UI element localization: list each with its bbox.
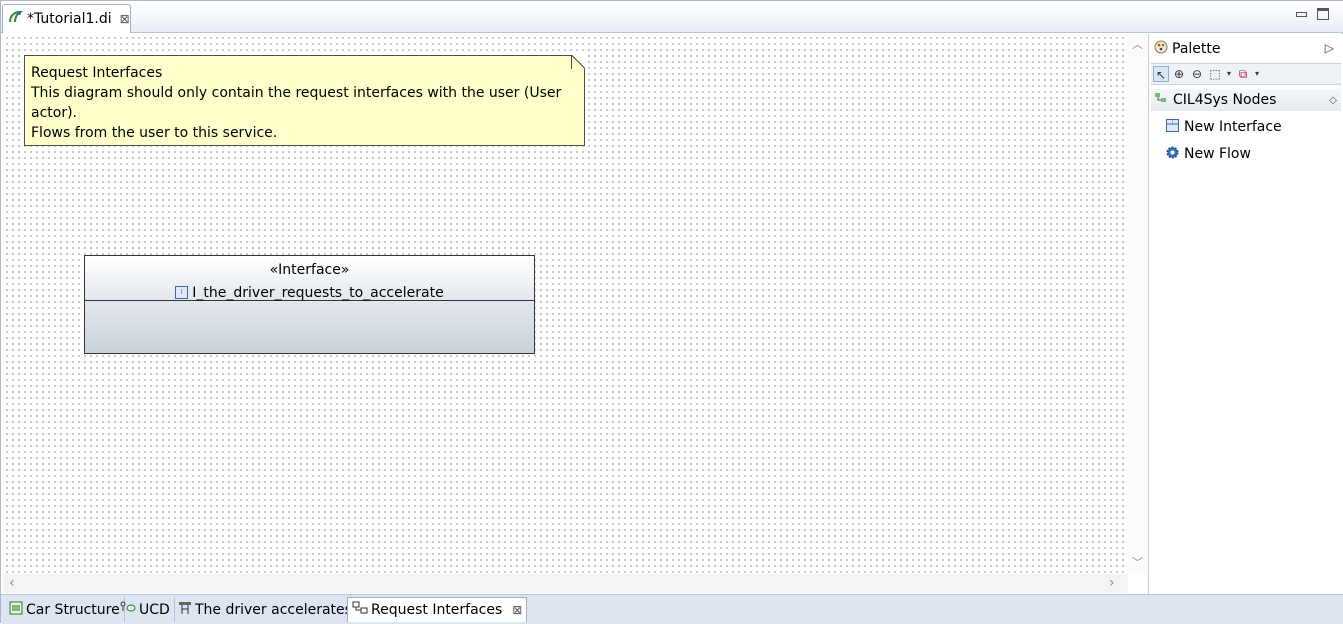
drawer-pin-icon[interactable]: ◇ [1329, 95, 1337, 106]
scroll-up-icon[interactable]: ︿ [1132, 36, 1143, 52]
scroll-left-icon[interactable]: ‹ [9, 575, 15, 591]
interface-name[interactable]: I_the_driver_requests_to_accelerate [192, 283, 443, 303]
marquee-dropdown-icon[interactable]: ▾ [1225, 66, 1233, 82]
note-line-2: Flows from the user to this service. [31, 125, 278, 141]
palette-title: Palette [1172, 41, 1221, 57]
note-line-1: This diagram should only contain the req… [31, 85, 562, 121]
tab-the-driver-accelerates[interactable]: The driver accelerates [174, 597, 357, 622]
tab-label: Request Interfaces [371, 602, 503, 618]
tab-label: The driver accelerates [195, 601, 352, 618]
palette-toolbar: ↖ ⊕ ⊖ ⬚ ▾ ⧉ ▾ [1151, 63, 1341, 85]
usecase-icon [120, 601, 136, 619]
marquee-select-icon[interactable]: ⬚ [1207, 66, 1223, 82]
gear-icon [1166, 146, 1179, 163]
tab-label: UCD [139, 601, 170, 618]
zoom-out-icon[interactable]: ⊖ [1189, 66, 1205, 82]
editor-window: *Tutorial1.di ⊠ Request Interfaces This … [0, 0, 1343, 624]
palette-icon [1154, 40, 1168, 58]
close-icon[interactable]: ⊠ [120, 12, 130, 26]
diagram-tab-bar: Car Structure UCD The driver accelerates… [1, 594, 1343, 624]
palette-collapse-icon[interactable]: ▷ [1325, 41, 1334, 55]
interface-name-row: I I_the_driver_requests_to_accelerate [175, 283, 444, 303]
nodes-icon [1155, 92, 1167, 108]
connection-dropdown-icon[interactable]: ▾ [1253, 66, 1261, 82]
editor-tab-title: *Tutorial1.di [27, 11, 112, 27]
palette-drawer-cil4sys[interactable]: CIL4Sys Nodes ◇ [1151, 89, 1341, 111]
activity-icon [178, 601, 192, 619]
palette-header[interactable]: Palette ▷ [1149, 38, 1343, 60]
minimize-button[interactable] [1295, 8, 1307, 20]
connection-tool-icon[interactable]: ⧉ [1235, 66, 1251, 82]
scroll-down-icon[interactable]: ﹀ [1132, 554, 1143, 570]
horizontal-scrollbar[interactable]: ‹ › [3, 574, 1128, 593]
interface-header: «Interface» I I_the_driver_requests_to_a… [85, 256, 534, 301]
interface-icon: I [175, 286, 189, 299]
tab-ucd[interactable]: UCD [116, 597, 175, 622]
svg-text:I: I [1172, 119, 1173, 124]
interface-stereotype: «Interface» [269, 262, 350, 278]
maximize-button[interactable] [1317, 8, 1329, 20]
scroll-right-icon[interactable]: › [1109, 575, 1115, 591]
palette-item-label: New Flow [1184, 146, 1251, 162]
editor-tab-bar: *Tutorial1.di ⊠ [1, 1, 1343, 33]
interface-icon: I [1166, 118, 1179, 136]
palette-item-new-flow[interactable]: New Flow [1166, 143, 1251, 165]
structure-icon [9, 601, 23, 619]
tab-label: Car Structure [26, 601, 120, 618]
note-title: Request Interfaces [31, 65, 163, 81]
editor-tab-tutorial[interactable]: *Tutorial1.di ⊠ [2, 4, 131, 33]
interface-node[interactable]: «Interface» I I_the_driver_requests_to_a… [84, 255, 535, 354]
vertical-scrollbar[interactable]: ︿ ﹀ [1128, 34, 1147, 574]
palette-item-new-interface[interactable]: I New Interface [1166, 116, 1282, 138]
comment-note[interactable]: Request Interfaces This diagram should o… [24, 55, 585, 146]
tab-car-structure[interactable]: Car Structure [5, 597, 125, 622]
select-arrow-icon[interactable]: ↖ [1153, 66, 1169, 82]
palette-item-label: New Interface [1184, 119, 1282, 135]
papyrus-icon [7, 9, 24, 29]
palette-panel: Palette ▷ ↖ ⊕ ⊖ ⬚ ▾ ⧉ ▾ CIL4Sys Nodes ◇ … [1148, 34, 1343, 594]
note-fold-corner [571, 55, 585, 69]
close-icon[interactable]: ⊠ [512, 603, 522, 617]
palette-drawer-title: CIL4Sys Nodes [1173, 92, 1277, 108]
class-diagram-icon [352, 601, 368, 619]
zoom-in-icon[interactable]: ⊕ [1171, 66, 1187, 82]
diagram-canvas[interactable]: Request Interfaces This diagram should o… [3, 34, 1128, 574]
tab-request-interfaces[interactable]: Request Interfaces ⊠ [347, 597, 528, 622]
